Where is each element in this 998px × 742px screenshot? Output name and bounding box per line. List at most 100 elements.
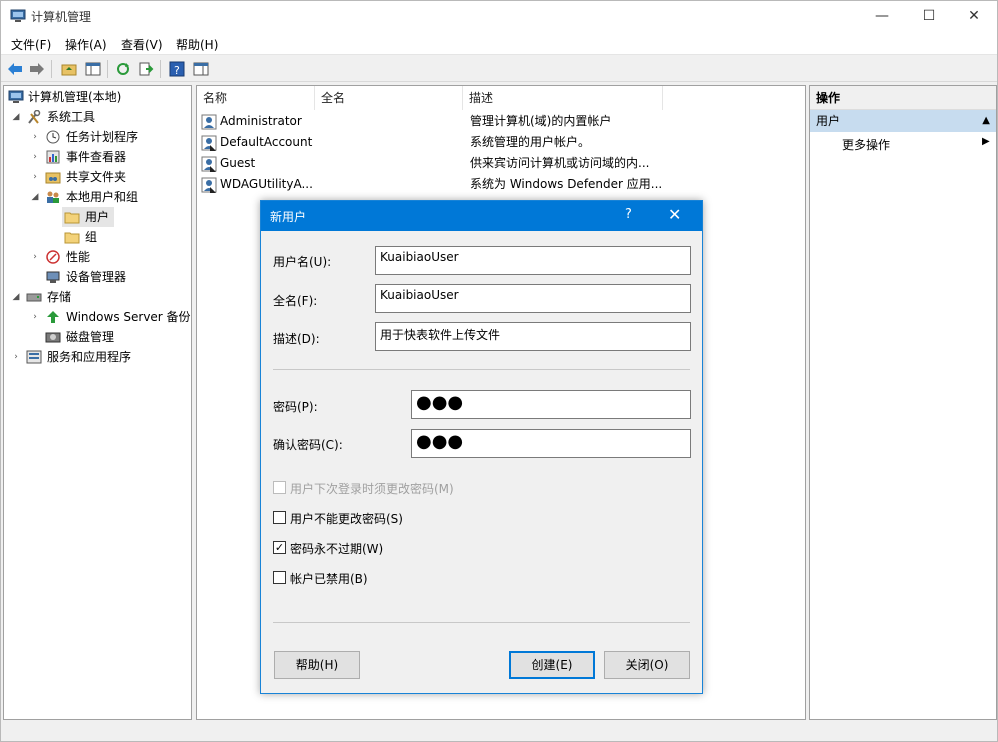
user-description-cell: 管理计算机(域)的内置帐户: [470, 114, 612, 128]
tree-item-root[interactable]: 计算机管理(本地): [4, 87, 191, 107]
tree-label-system-tools: 系统工具: [47, 110, 96, 124]
up-folder-button[interactable]: [59, 59, 79, 79]
disk-management-icon: [45, 332, 61, 343]
tree-label-event-viewer: 事件查看器: [66, 150, 127, 164]
tree-item-local-users-groups[interactable]: ◢ 本地用户和组: [4, 187, 191, 207]
console-tree[interactable]: 计算机管理(本地) ◢ 系统工具 › 任务计划程序 › 事件查看器 › 共享文件…: [3, 85, 192, 720]
column-header-name[interactable]: 名称: [197, 86, 315, 110]
table-row[interactable]: Administrator 管理计算机(域)的内置帐户: [197, 111, 805, 132]
shared-folder-icon: [45, 172, 61, 184]
checkmark-icon[interactable]: ✓: [273, 541, 286, 554]
menu-view[interactable]: 查看(V): [121, 36, 163, 53]
tree-item-groups[interactable]: 组: [62, 227, 122, 247]
menu-bar: 文件(F) 操作(A) 查看(V) 帮助(H): [1, 31, 997, 55]
forward-arrow-icon: [30, 63, 44, 75]
tree-label-groups: 组: [85, 230, 98, 244]
checkbox-box[interactable]: [273, 511, 286, 524]
dialog-divider: [273, 369, 690, 370]
tree-label-shared-folders: 共享文件夹: [66, 170, 127, 184]
refresh-icon: [117, 63, 129, 75]
expand-arrow-icon[interactable]: ›: [10, 347, 22, 367]
tree-item-services-apps[interactable]: › 服务和应用程序: [4, 347, 191, 367]
tree-item-disk-management[interactable]: 磁盘管理: [4, 327, 191, 347]
tree-item-users[interactable]: 用户: [62, 207, 114, 227]
tree-item-task-scheduler[interactable]: › 任务计划程序: [4, 127, 191, 147]
new-user-dialog: 新用户 ? ✕ 用户名(U): KuaibiaoUser 全名(F): Kuai…: [260, 200, 703, 694]
dialog-help-icon[interactable]: ?: [625, 207, 632, 222]
services-icon: [26, 350, 42, 364]
confirm-password-label: 确认密码(C):: [273, 438, 343, 452]
help-button[interactable]: 帮助(H): [274, 651, 360, 679]
checkbox-box[interactable]: [273, 571, 286, 584]
expand-arrow-icon[interactable]: ›: [29, 307, 41, 327]
title-bar: 计算机管理 — ☐ ✕: [1, 1, 997, 31]
username-input[interactable]: KuaibiaoUser: [375, 246, 691, 275]
menu-action[interactable]: 操作(A): [65, 36, 107, 53]
tree-label-users: 用户: [85, 210, 110, 224]
checkbox-box: [273, 481, 286, 494]
menu-help[interactable]: 帮助(H): [176, 36, 218, 53]
actions-section-users[interactable]: 用户 ▲: [810, 110, 996, 132]
computer-management-icon: [8, 90, 24, 103]
collapse-arrow-icon[interactable]: ◢: [10, 287, 22, 307]
help-toolbar-button[interactable]: ?: [167, 59, 187, 79]
menu-file[interactable]: 文件(F): [11, 36, 51, 53]
more-actions-item[interactable]: 更多操作 ▶: [842, 136, 990, 153]
close-button[interactable]: ✕: [951, 1, 997, 31]
password-label: 密码(P):: [273, 400, 318, 414]
tree-label-windows-server-backup: Windows Server 备份: [66, 310, 191, 324]
export-list-button[interactable]: [136, 59, 156, 79]
export-icon: [139, 62, 154, 76]
password-input[interactable]: ●●●: [411, 390, 691, 419]
refresh-button[interactable]: [113, 59, 133, 79]
minimize-button[interactable]: —: [859, 1, 905, 31]
show-hide-tree-button[interactable]: [83, 59, 103, 79]
checkbox-label: 帐户已禁用(B): [290, 572, 368, 586]
actions-title: 操作: [810, 86, 996, 110]
show-action-pane-button[interactable]: [191, 59, 211, 79]
close-dialog-button[interactable]: 关闭(O): [604, 651, 690, 679]
user-icon: [201, 114, 217, 130]
column-header-fullname[interactable]: 全名: [315, 86, 463, 110]
user-icon: [201, 156, 217, 172]
column-header-description[interactable]: 描述: [463, 86, 663, 110]
dialog-close-icon[interactable]: ✕: [668, 205, 681, 224]
create-button[interactable]: 创建(E): [509, 651, 595, 679]
tree-item-system-tools[interactable]: ◢ 系统工具: [4, 107, 191, 127]
collapse-up-icon[interactable]: ▲: [982, 110, 990, 132]
event-viewer-icon: [46, 150, 60, 164]
tree-label-storage: 存储: [47, 290, 72, 304]
collapse-arrow-icon[interactable]: ◢: [10, 107, 22, 127]
expand-arrow-icon[interactable]: ›: [29, 127, 41, 147]
folder-up-icon: [61, 64, 77, 76]
back-button[interactable]: [5, 59, 25, 79]
fullname-input[interactable]: KuaibiaoUser: [375, 284, 691, 313]
table-row[interactable]: WDAGUtilityA... 系统为 Windows Defender 应用.…: [197, 174, 805, 195]
maximize-button[interactable]: ☐: [906, 1, 952, 31]
table-row[interactable]: Guest 供来宾访问计算机或访问域的内...: [197, 153, 805, 174]
tree-item-storage[interactable]: ◢ 存储: [4, 287, 191, 307]
tree-item-windows-server-backup[interactable]: › Windows Server 备份: [4, 307, 191, 327]
tree-item-device-manager[interactable]: 设备管理器: [4, 267, 191, 287]
description-label: 描述(D):: [273, 332, 320, 346]
forward-button[interactable]: [27, 59, 47, 79]
window-title: 计算机管理: [31, 10, 92, 24]
help-book-icon: ?: [169, 61, 185, 77]
expand-arrow-icon[interactable]: ›: [29, 167, 41, 187]
expand-arrow-icon[interactable]: ›: [29, 147, 41, 167]
expand-arrow-icon[interactable]: ›: [29, 247, 41, 267]
device-manager-icon: [46, 271, 60, 283]
folder-icon: [64, 232, 80, 244]
tree-item-event-viewer[interactable]: › 事件查看器: [4, 147, 191, 167]
collapse-arrow-icon[interactable]: ◢: [29, 187, 41, 207]
more-actions-label: 更多操作: [842, 138, 891, 152]
description-input[interactable]: 用于快表软件上传文件: [375, 322, 691, 351]
table-row[interactable]: DefaultAccount 系统管理的用户帐户。: [197, 132, 805, 153]
backup-icon: [47, 311, 59, 323]
actions-pane: 操作 用户 ▲ 更多操作 ▶: [809, 85, 997, 720]
tree-item-shared-folders[interactable]: › 共享文件夹: [4, 167, 191, 187]
tree-label-performance: 性能: [66, 250, 91, 264]
checkbox-label: 用户下次登录时须更改密码(M): [290, 482, 454, 496]
tree-item-performance[interactable]: › 性能: [4, 247, 191, 267]
confirm-password-input[interactable]: ●●●: [411, 429, 691, 458]
